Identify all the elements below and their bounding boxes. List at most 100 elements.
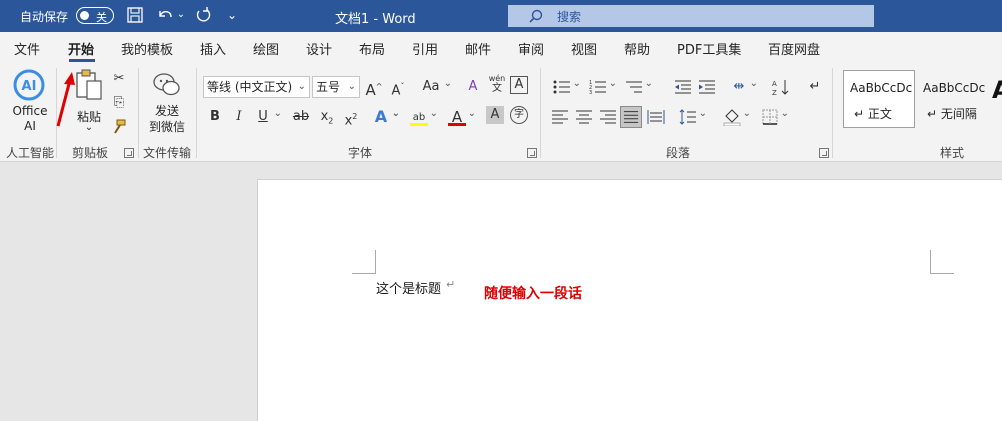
underline-button[interactable]: U: [252, 103, 282, 128]
tab-file[interactable]: 文件: [14, 39, 40, 58]
autosave-label: 自动保存: [20, 10, 69, 24]
send-to-wechat-button[interactable]: 发送 到微信: [144, 68, 190, 134]
change-case-button[interactable]: Aa: [418, 73, 452, 98]
sort-button[interactable]: AZ: [770, 76, 792, 98]
bullets-button[interactable]: [551, 73, 581, 98]
paste-dropdown-icon[interactable]: ⌄: [70, 122, 108, 133]
search-box[interactable]: 搜索: [508, 5, 874, 27]
clear-formatting-button[interactable]: A: [462, 76, 484, 98]
toggle-knob: [80, 11, 89, 20]
tab-my-templates[interactable]: 我的模板: [121, 39, 173, 58]
font-name-value: 等线 (中文正文): [207, 80, 293, 94]
font-color-button[interactable]: A: [446, 103, 476, 128]
office-ai-label-1: Office: [12, 104, 48, 118]
send-to-wechat-label-1: 发送: [154, 104, 179, 118]
tab-help[interactable]: 帮助: [624, 39, 650, 58]
bold-button[interactable]: B: [204, 106, 226, 128]
grow-font-button[interactable]: A^: [363, 76, 385, 99]
office-ai-label-2: AI: [24, 119, 36, 133]
format-painter-icon[interactable]: [108, 116, 130, 138]
font-size-select[interactable]: 五号 ⌄: [312, 76, 360, 98]
autosave-toggle[interactable]: 关: [76, 7, 114, 24]
line-spacing-icon: [679, 109, 696, 125]
increase-indent-button[interactable]: [696, 76, 718, 98]
style-normal-name: ↵ 正文: [854, 107, 892, 121]
copy-icon[interactable]: ⎘: [108, 92, 130, 114]
enclose-characters-button[interactable]: 字: [510, 106, 528, 124]
show-hide-marks-button[interactable]: ↵: [804, 76, 826, 98]
clipboard-launcher-icon[interactable]: [124, 148, 134, 158]
undo-button[interactable]: [154, 4, 176, 26]
tab-baidu-netdisk[interactable]: 百度网盘: [768, 39, 820, 58]
paragraph-launcher-icon[interactable]: [819, 148, 829, 158]
align-right-button[interactable]: [597, 106, 619, 128]
group-label-clipboard: 剪贴板: [72, 146, 109, 160]
decrease-indent-button[interactable]: [672, 76, 694, 98]
align-center-icon: [576, 110, 592, 124]
text-effects-button[interactable]: A: [370, 103, 400, 128]
office-ai-button[interactable]: AI Office AI: [8, 68, 50, 134]
superscript-button[interactable]: x2: [340, 106, 362, 128]
shrink-font-button[interactable]: Aˇ: [387, 76, 409, 98]
group-label-font: 字体: [348, 146, 373, 160]
line-spacing-button[interactable]: [677, 103, 707, 128]
style-normal[interactable]: AaBbCcDc ↵ 正文: [843, 70, 915, 128]
tab-home[interactable]: 开始: [68, 39, 94, 58]
save-button[interactable]: [124, 4, 146, 26]
font-launcher-icon[interactable]: [527, 148, 537, 158]
document-heading-text: 这个是标题: [376, 282, 442, 297]
group-separator: [832, 68, 833, 158]
phonetic-guide-icon: 文: [492, 83, 502, 94]
character-shading-button[interactable]: A: [486, 106, 504, 124]
wechat-icon: [153, 73, 180, 96]
font-name-select[interactable]: 等线 (中文正文) ⌄: [203, 76, 310, 98]
cut-icon[interactable]: ✂: [108, 68, 130, 90]
document-page[interactable]: 这个是标题 ↵ 随便输入一段话: [257, 179, 1002, 421]
strikethrough-button[interactable]: ab: [290, 106, 312, 128]
tab-view[interactable]: 视图: [571, 39, 597, 58]
tab-review[interactable]: 审阅: [518, 39, 544, 58]
enclose-characters-icon: 字: [514, 109, 524, 120]
font-size-value: 五号: [316, 80, 341, 94]
align-center-button[interactable]: [573, 106, 595, 128]
decrease-indent-icon: [675, 80, 691, 94]
tab-references[interactable]: 引用: [412, 39, 438, 58]
asian-layout-button[interactable]: ⇹: [728, 73, 758, 98]
align-left-button[interactable]: [549, 106, 571, 128]
paragraph-shading-button[interactable]: [721, 103, 751, 128]
svg-text:Z: Z: [772, 89, 777, 96]
tab-mailings[interactable]: 邮件: [465, 39, 491, 58]
multilevel-list-button[interactable]: [623, 73, 653, 98]
text-effects-icon: A: [374, 107, 388, 126]
style-no-spacing[interactable]: AaBbCcDc ↵ 无间隔: [916, 70, 988, 128]
paste-button[interactable]: 粘贴 ⌄: [70, 68, 108, 134]
character-border-icon: A: [514, 77, 524, 92]
tab-draw[interactable]: 绘图: [253, 39, 279, 58]
margin-corner-top-right: [930, 250, 954, 274]
borders-button[interactable]: [759, 103, 789, 128]
distributed-button[interactable]: [645, 106, 667, 128]
undo-dropdown[interactable]: ⌄: [176, 4, 186, 26]
ribbon: AI Office AI 人工智能 粘贴 ⌄ ✂ ⎘ 剪贴板 发送 到微信 文件…: [0, 62, 1002, 162]
chevron-down-icon: ⌄: [347, 81, 356, 92]
character-border-button[interactable]: A: [510, 76, 528, 94]
tab-insert[interactable]: 插入: [200, 39, 226, 58]
change-case-icon: Aa: [422, 79, 440, 94]
justify-button[interactable]: [620, 106, 642, 128]
italic-icon: I: [236, 109, 242, 124]
phonetic-guide-button[interactable]: wén 文: [486, 74, 508, 96]
subscript-button[interactable]: x2: [316, 106, 338, 128]
tab-design[interactable]: 设计: [306, 39, 332, 58]
style-no-spacing-name: ↵ 无间隔: [927, 107, 977, 121]
customize-quick-access[interactable]: ⌄: [224, 4, 240, 26]
tab-layout[interactable]: 布局: [359, 39, 385, 58]
document-title: 文档1 - Word: [335, 12, 416, 27]
style-heading-partial[interactable]: A: [992, 76, 1002, 104]
highlight-button[interactable]: ab: [408, 103, 438, 128]
paragraph-mark: ↵: [446, 278, 456, 291]
tab-pdf-tools[interactable]: PDF工具集: [677, 39, 741, 58]
redo-button[interactable]: [192, 4, 214, 26]
numbering-button[interactable]: 123: [587, 73, 617, 98]
italic-button[interactable]: I: [228, 106, 250, 128]
group-separator: [540, 68, 541, 158]
